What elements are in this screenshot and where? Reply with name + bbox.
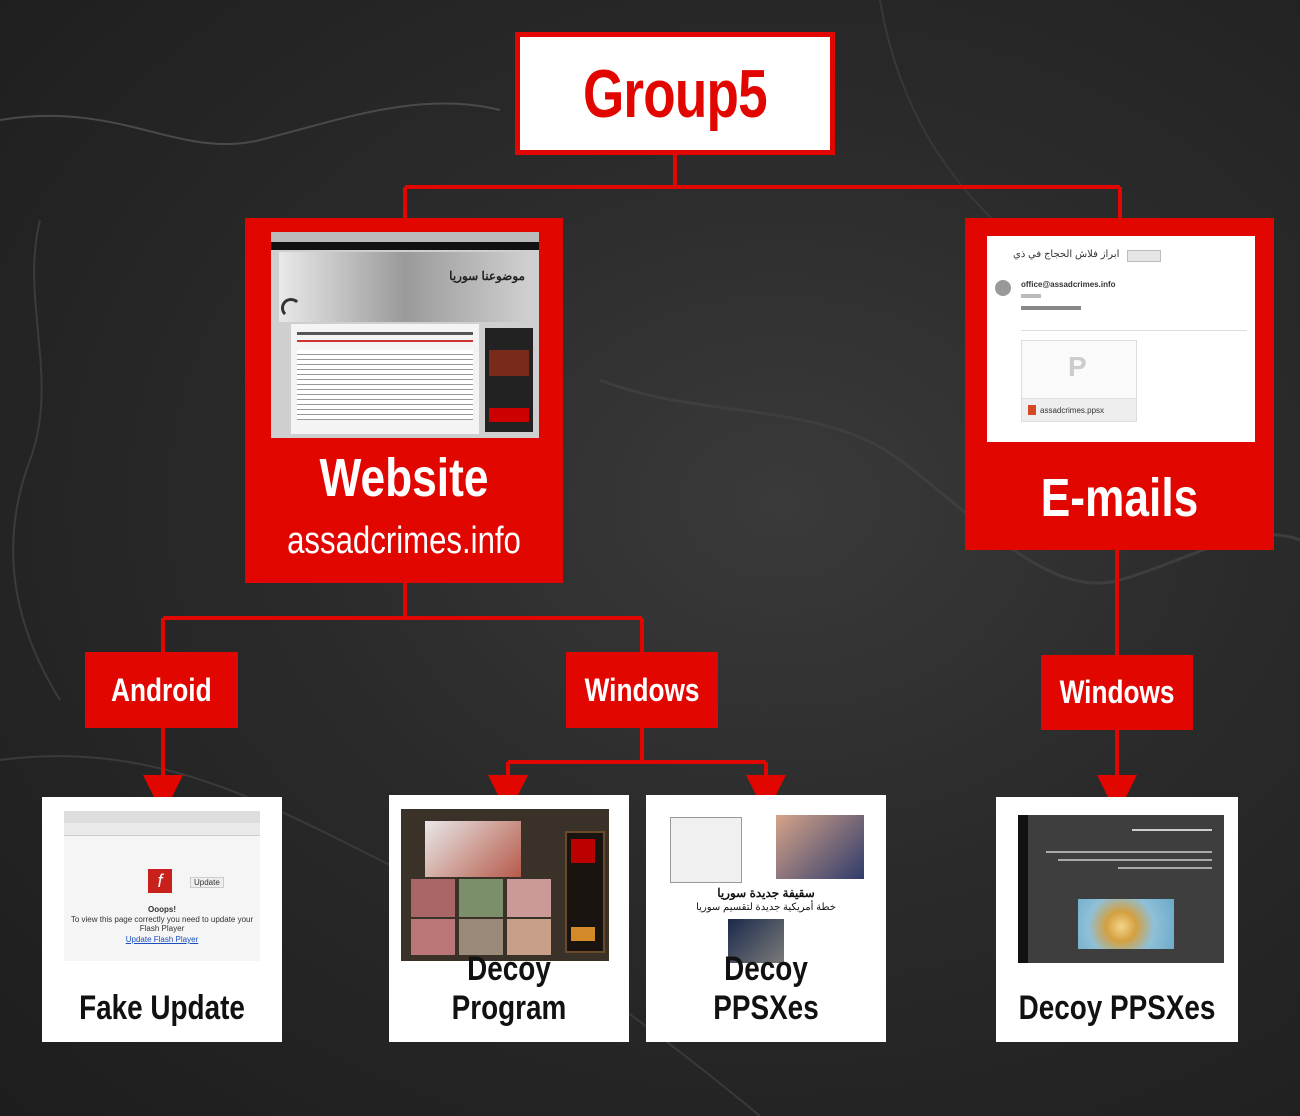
- leaf-fake-update: f Update Ooops! To view this page correc…: [42, 797, 282, 1042]
- leaf-decoy-ppsx-mail: Decoy PPSXes: [996, 797, 1238, 1042]
- emails-title: E-mails: [1040, 468, 1199, 528]
- flash-link: Update Flash Player: [125, 935, 199, 944]
- flash-update-screenshot: f Update Ooops! To view this page correc…: [64, 811, 260, 961]
- leaf-fake-update-label: Fake Update: [79, 989, 245, 1027]
- website-node: موضوعنا سوريا Website assadcrimes.info: [245, 218, 563, 583]
- emails-node: ابراز فلاش الحجاج في ذي office@assadcrim…: [965, 218, 1274, 550]
- root-title: Group5: [583, 55, 768, 132]
- email-attachment: assadcrimes.ppsx: [1040, 406, 1105, 415]
- platform-windows-web-label: Windows: [584, 671, 700, 708]
- platform-windows-web: Windows: [566, 652, 718, 728]
- website-banner: موضوعنا سوريا: [449, 269, 525, 283]
- flash-heading: Ooops!: [148, 905, 176, 914]
- website-screenshot: موضوعنا سوريا: [271, 232, 539, 438]
- ppsx-arabic-title: سقيفة جديدة سوريا: [717, 886, 815, 900]
- photo-image: [776, 815, 864, 879]
- leaf-decoy-ppsx-web: سقيفة جديدة سوريا خطة أمريكية جديدة لتقس…: [646, 795, 886, 1042]
- website-domain: assadcrimes.info: [287, 520, 521, 562]
- decoy-slide-screenshot: [1018, 815, 1224, 963]
- flash-update-button: Update: [190, 877, 224, 888]
- platform-android: Android: [85, 652, 238, 728]
- email-subject: ابراز فلاش الحجاج في ذي: [1013, 249, 1120, 260]
- cartoon-image: [670, 817, 742, 883]
- leaf-decoy-ppsx-mail-label: Decoy PPSXes: [1018, 989, 1216, 1027]
- flash-logo-icon: f: [148, 869, 172, 893]
- leaf-decoy-program-label: Decoy Program: [451, 950, 567, 1027]
- platform-windows-mail-label: Windows: [1059, 674, 1175, 710]
- leaf-decoy-ppsx-web-label: Decoy PPSXes: [713, 950, 819, 1027]
- leaf-decoy-program: Decoy Program: [389, 795, 629, 1042]
- email-screenshot: ابراز فلاش الحجاج في ذي office@assadcrim…: [987, 236, 1255, 442]
- platform-android-label: Android: [111, 671, 212, 708]
- flash-message: To view this page correctly you need to …: [70, 915, 254, 933]
- root-node: Group5: [515, 32, 835, 155]
- website-title: Website: [319, 448, 489, 508]
- ppsx-arabic-subtitle: خطة أمريكية جديدة لتقسيم سوريا: [696, 902, 836, 913]
- decoy-program-screenshot: [401, 809, 609, 961]
- email-sender: office@assadcrimes.info: [1021, 280, 1116, 289]
- platform-windows-mail: Windows: [1041, 655, 1193, 730]
